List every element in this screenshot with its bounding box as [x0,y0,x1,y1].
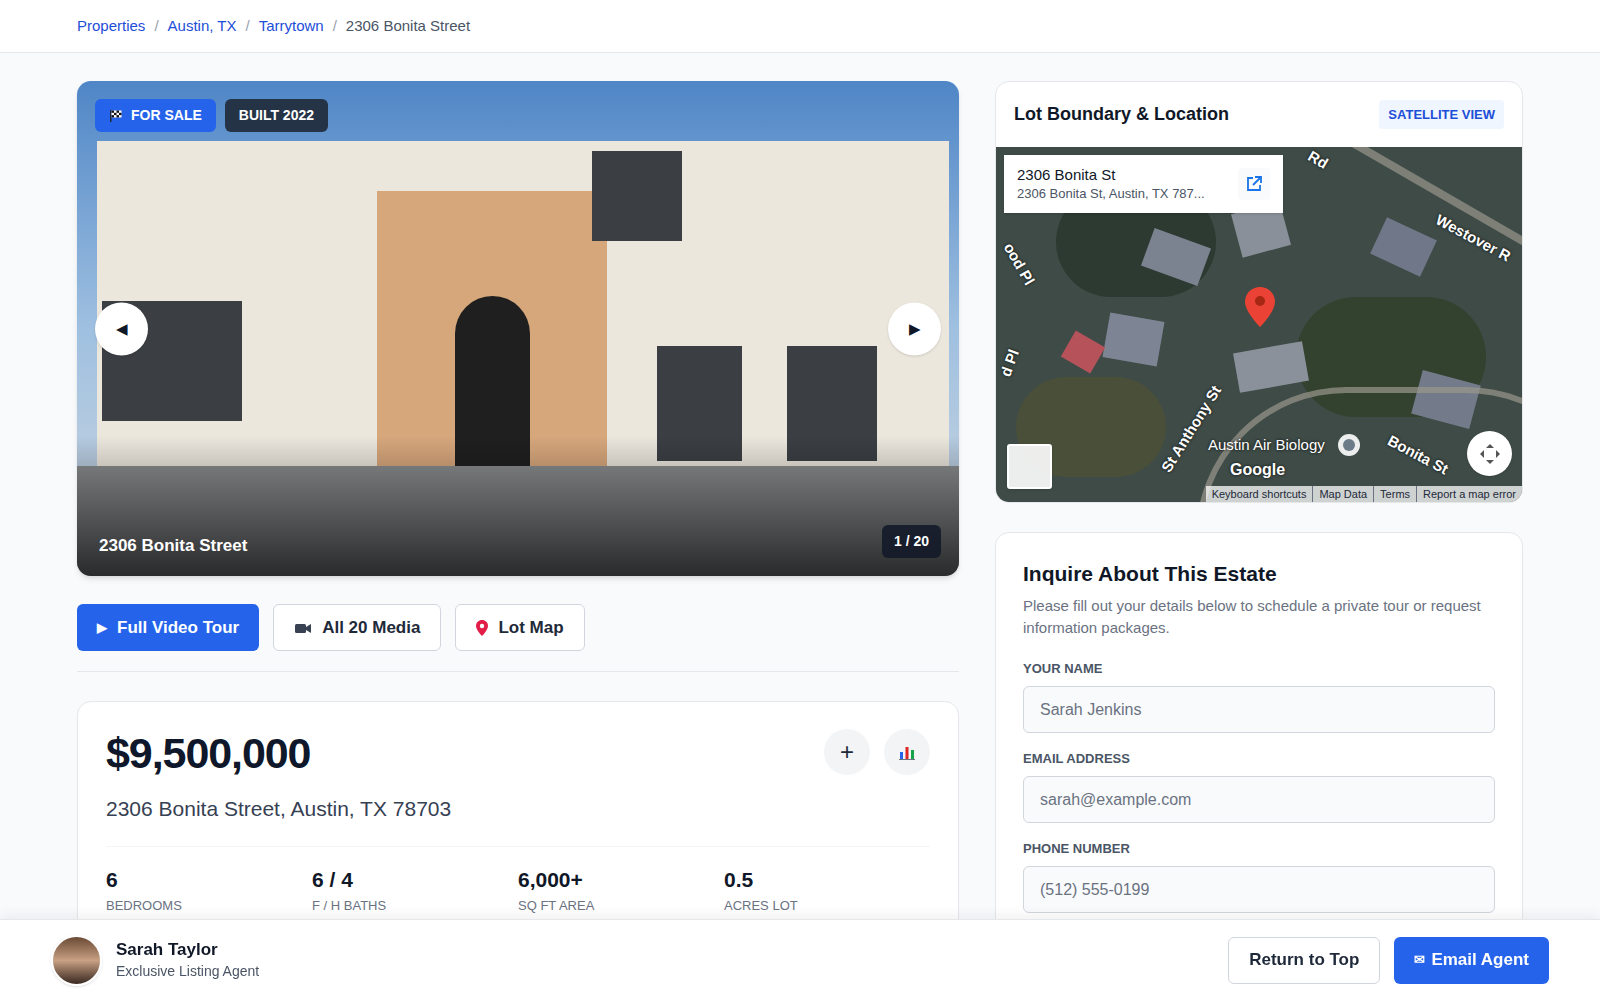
stat: 0.5 ACRES LOT [724,867,930,914]
agent-name: Sarah Taylor [116,939,259,961]
divider [77,671,959,672]
map-label: Austin Air Biology [1208,436,1325,454]
flag-icon [109,109,123,123]
media-button[interactable]: All 20 Media [273,604,441,651]
attribution-link[interactable]: Report a map error [1416,486,1522,502]
map-pin-icon [476,620,488,636]
stat-label: ACRES LOT [724,898,930,914]
breadcrumb-separator: / [333,15,337,38]
map-label: Bonita St [1385,432,1452,479]
photo-counter: 1 / 20 [882,525,941,558]
price: $9,500,000 [106,729,930,778]
previous-photo-button[interactable]: ◀ [95,302,148,355]
fullscreen-icon [1479,443,1501,465]
form-field: EMAIL ADDRESS [1023,751,1495,823]
breadcrumb-separator: / [154,15,158,38]
stat-label: SQ FT AREA [518,898,724,914]
agent-bar: Sarah Taylor Exclusive Listing Agent Ret… [0,919,1600,1000]
next-arrow: ▶ [909,317,921,340]
status-badge: FOR SALE [95,99,216,132]
attribution-link[interactable]: Map Data [1312,486,1373,502]
form-input[interactable] [1023,776,1495,823]
stat: 6 / 4 F / H BATHS [312,867,518,914]
agent-role: Exclusive Listing Agent [116,961,259,981]
breadcrumb-item[interactable]: Tarrytown [259,15,324,38]
mail-icon: ✉ [1414,950,1425,970]
map-logo: Google [1230,460,1285,479]
map-label: d Pl [997,347,1023,379]
field-label: EMAIL ADDRESS [1023,751,1495,767]
breadcrumb: Properties / Austin, TX / Tarrytown / 2306 Bon… [0,0,1600,53]
address: 2306 Bonita Street, Austin, TX 78703 [106,796,930,822]
stat: 6,000+ SQ FT AREA [518,867,724,914]
poi-marker-icon[interactable] [1338,434,1360,456]
inquiry-description: Please fill out your details below to sc… [1023,595,1495,639]
map-attribution: Keyboard shortcutsMap DataTermsReport a … [1206,486,1522,502]
place-name: 2306 Bonita St [1017,165,1205,185]
satellite-map[interactable]: Rd Westover R ood Pl d Pl St Anthony StAusti… [996,147,1522,502]
place-address: 2306 Bonita St, Austin, TX 787... [1017,185,1205,203]
field-label: PHONE NUMBER [1023,841,1495,857]
stat: 6 BEDROOMS [106,867,312,914]
video-camera-icon [294,621,312,635]
chart-icon [899,744,915,760]
field-label: YOUR NAME [1023,661,1495,677]
map-label: ood Pl [1000,240,1039,289]
media-button[interactable]: Lot Map [455,604,584,651]
stat-value: 6,000+ [518,867,724,892]
map-label: Rd [1305,147,1331,173]
play-icon: ▶ [97,618,107,638]
plus-icon: + [840,734,854,770]
photo-caption: 2306 Bonita Street [99,533,247,559]
inquiry-title: Inquire About This Estate [1023,560,1495,588]
map-title: Lot Boundary & Location [1014,101,1229,128]
divider [106,846,930,847]
email-agent-button[interactable]: ✉Email Agent [1394,937,1549,984]
stat-value: 0.5 [724,867,930,892]
next-photo-button[interactable]: ▶ [888,302,941,355]
form-field: PHONE NUMBER [1023,841,1495,913]
property-photo [77,81,959,576]
map-label: Westover R [1433,211,1514,266]
satellite-view-badge[interactable]: SATELLITE VIEW [1379,100,1504,130]
map-card: Lot Boundary & Location SATELLITE VIEW R… [995,81,1523,503]
location-pin-icon [1245,287,1275,327]
form-input[interactable] [1023,866,1495,913]
compare-button[interactable] [884,729,930,775]
stat-label: F / H BATHS [312,898,518,914]
attribution-link[interactable]: Keyboard shortcuts [1206,486,1313,502]
open-in-maps-button[interactable] [1238,168,1270,200]
map-type-toggle[interactable] [1007,444,1052,489]
breadcrumb-item[interactable]: Austin, TX [168,15,237,38]
form-input[interactable] [1023,686,1495,733]
place-info-box: 2306 Bonita St2306 Bonita St, Austin, TX… [1004,155,1283,213]
stat-label: BEDROOMS [106,898,312,914]
agent-avatar [51,935,102,986]
breadcrumb-separator: / [245,15,249,38]
stat-value: 6 [106,867,312,892]
previous-arrow: ◀ [116,317,128,340]
map-label: St Anthony St [1158,382,1226,475]
year-badge: BUILT 2022 [225,99,328,132]
fullscreen-button[interactable] [1467,431,1512,476]
breadcrumb-item[interactable]: Properties [77,15,145,38]
inquiry-card: Inquire About This Estate Please fill ou… [995,532,1523,944]
stat-value: 6 / 4 [312,867,518,892]
breadcrumb-item: 2306 Bonita Street [346,15,470,38]
return-to-top-button[interactable]: Return to Top [1228,937,1380,984]
form-field: YOUR NAME [1023,661,1495,733]
external-link-icon [1245,175,1263,193]
photo-gallery[interactable]: FOR SALE BUILT 2022 ◀ ▶ 2306 Bonita Stree… [77,81,959,576]
attribution-link[interactable]: Terms [1373,486,1416,502]
media-button[interactable]: ▶Full Video Tour [77,604,259,651]
add-favorite-button[interactable]: + [824,729,870,775]
